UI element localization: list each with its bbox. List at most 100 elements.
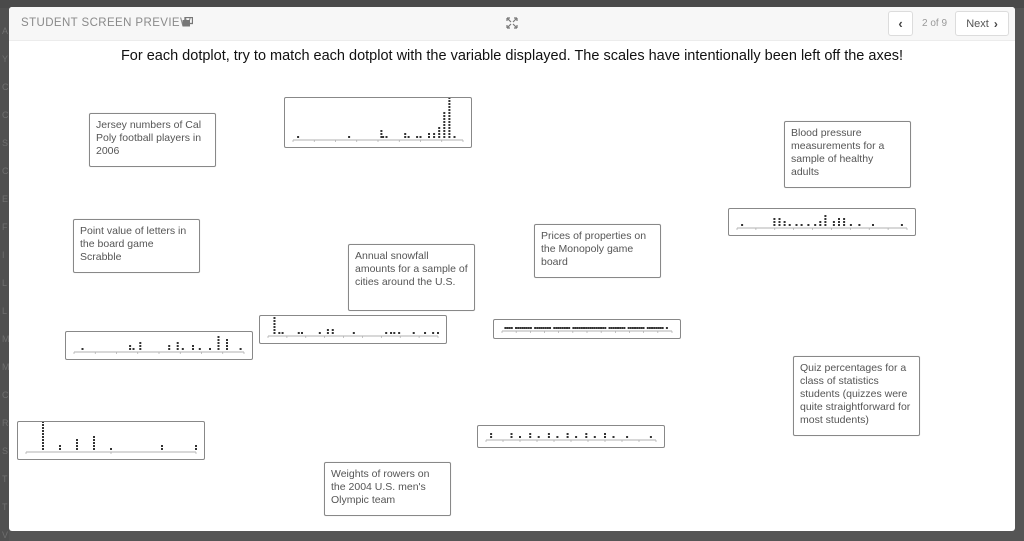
dotplot-dot (778, 224, 781, 226)
dotplot-dot (547, 433, 550, 435)
dotplot-dot (621, 327, 624, 329)
dotplot-dot (448, 136, 451, 138)
dotplot-card-b[interactable] (728, 208, 916, 236)
dotplot-dot (617, 327, 620, 329)
modal-title: STUDENT SCREEN PREVIEW (21, 17, 192, 29)
background-letter: T (2, 502, 8, 512)
next-label: Next (966, 17, 989, 30)
dotplot-dot (438, 136, 441, 138)
dotplot-dot (226, 348, 228, 350)
dotplot-card-d[interactable] (259, 315, 447, 344)
dotplot-dot (788, 224, 791, 226)
dotplot-dot (192, 345, 194, 347)
dotplot-dot (301, 332, 303, 334)
dotplot-dot (546, 327, 549, 329)
dotplot-dot (226, 345, 228, 347)
dotplot-dot (657, 327, 660, 329)
dotplot-card-c[interactable] (65, 331, 253, 360)
dotplot-dot (168, 345, 171, 347)
dotplot-dot (634, 327, 637, 329)
card-monopoly[interactable]: Prices of properties on the Monopoly gam… (534, 224, 661, 278)
dotplot-dot (604, 327, 607, 329)
dotplot-dot (76, 445, 78, 447)
background-letter: Y (2, 54, 9, 64)
background-letter: R (2, 418, 9, 428)
dotplot-dot (510, 433, 513, 435)
dotplot-dot (331, 332, 334, 334)
dotplot-dot (655, 327, 658, 329)
dotplot-dot (523, 327, 526, 329)
dotplot-dot (273, 329, 276, 331)
card-quiz-percentages[interactable]: Quiz percentages for a class of statisti… (793, 356, 920, 436)
dotplot-dot (433, 133, 436, 135)
dotplot-card-f[interactable] (477, 425, 665, 448)
background-letter: A (2, 26, 9, 36)
dotplot-dot (42, 424, 44, 426)
dotplot-dot (583, 327, 586, 329)
dotplot-dot (559, 327, 562, 329)
dotplot-dot (838, 221, 840, 223)
next-screen-button[interactable]: Next › (955, 11, 1009, 36)
dotplot-card-e[interactable] (493, 319, 681, 339)
dotplot-dot (529, 436, 532, 438)
background-letter: E (2, 194, 9, 204)
dotplot-dot (195, 445, 197, 447)
card-jersey-numbers[interactable]: Jersey numbers of Cal Poly football play… (89, 113, 216, 167)
dotplot-dot (574, 327, 577, 329)
dotplot-dot (326, 332, 329, 334)
dotplot-dot (448, 109, 451, 111)
dotplot-dot (404, 133, 407, 135)
dotplot-dot (348, 136, 351, 138)
dotplot-dot (198, 348, 201, 350)
previous-screen-button[interactable]: ‹ (888, 11, 913, 36)
dotplot-dot (217, 339, 220, 341)
dotplot-dot (783, 224, 786, 226)
dotplot-dot (510, 327, 513, 329)
dotplot-card-a[interactable] (284, 97, 472, 148)
dotplot-dot (438, 133, 441, 135)
dotplot-dot (217, 342, 220, 344)
background-letter: L (2, 306, 8, 316)
dotplot-dot (553, 327, 556, 329)
dotplot-dot (42, 422, 44, 423)
dotplot-dot (527, 327, 530, 329)
dotplot-dot (419, 136, 422, 138)
dotplot-dot (800, 224, 803, 226)
dotplot-dot (226, 342, 228, 344)
dotplot-dot (93, 442, 95, 444)
card-blood-pressure[interactable]: Blood pressure measurements for a sample… (784, 121, 911, 188)
card-scrabble[interactable]: Point value of letters in the board game… (73, 219, 200, 273)
dotplot-dot (448, 121, 451, 123)
popout-window-icon[interactable] (182, 17, 193, 27)
dotplot-dot (555, 327, 558, 329)
dotplot-dot (589, 327, 592, 329)
dotplot-dot (448, 130, 451, 132)
dotplot-dot (273, 326, 276, 328)
dotplot-card-g[interactable] (17, 421, 205, 460)
dotplot-dot (217, 345, 220, 347)
dotplot-svg (267, 317, 439, 338)
dotplot-dot (93, 436, 95, 438)
card-snowfall[interactable]: Annual snowfall amounts for a sample of … (348, 244, 475, 311)
card-rowers[interactable]: Weights of rowers on the 2004 U.S. men's… (324, 462, 451, 516)
student-screen-preview-modal: STUDENT SCREEN PREVIEW ‹ 2 of 9 Next › F… (9, 7, 1015, 531)
dotplot-dot (192, 348, 194, 350)
dotplot-dot (281, 332, 284, 334)
dotplot-dot (226, 339, 228, 341)
dotplot-svg (25, 422, 197, 454)
dotplot-dot (534, 327, 537, 329)
dotplot-dot (807, 224, 810, 226)
dotplot-dot (181, 348, 184, 350)
dotplot-dot (390, 332, 393, 334)
dotplot-dot (448, 98, 451, 99)
dotplot-dot (510, 436, 513, 438)
dotplot-dot (428, 133, 430, 135)
dotplot-dot (398, 332, 401, 334)
dotplot-dot (428, 136, 430, 138)
dotplot-dot (59, 448, 61, 450)
expand-arrows-icon[interactable] (506, 17, 518, 29)
dotplot-dot (81, 348, 84, 350)
dotplot-dot (858, 224, 861, 226)
dotplot-dot (604, 436, 606, 438)
dotplot-dot (556, 436, 559, 438)
